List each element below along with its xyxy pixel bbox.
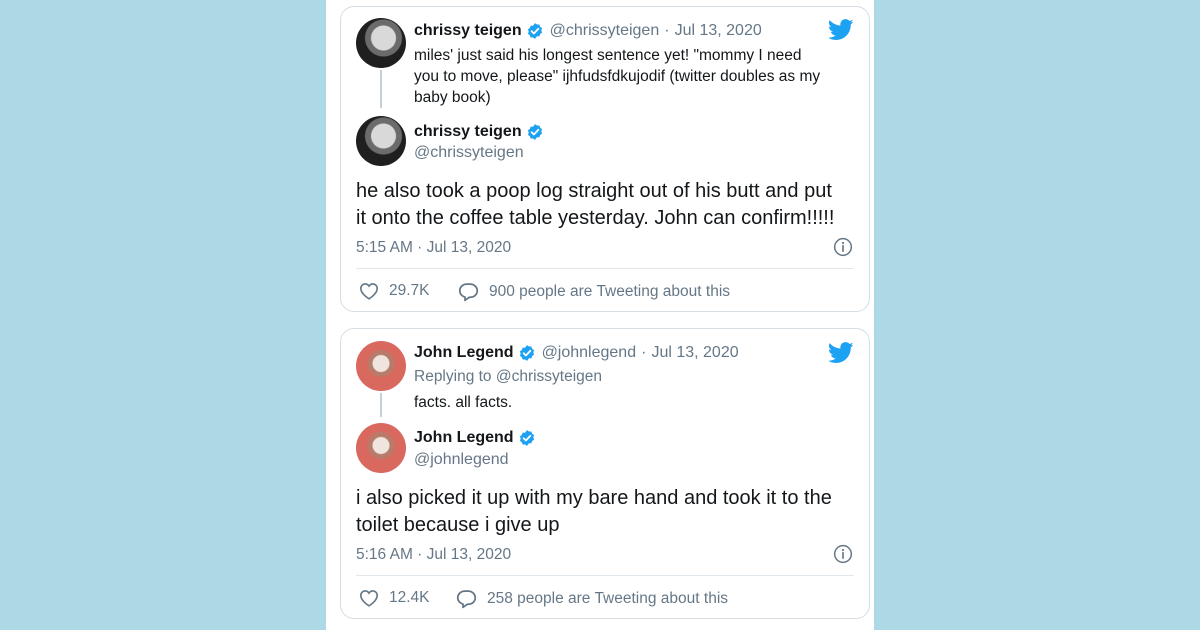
conversation-count: 900 people are Tweeting about this (489, 283, 731, 300)
thread-connector (380, 393, 382, 417)
tweet-date[interactable]: Jul 13, 2020 (675, 21, 762, 41)
like-stat[interactable]: 12.4K (359, 589, 430, 607)
thread-connector (380, 70, 382, 108)
replying-to[interactable]: Replying to @chrissyteigen (414, 367, 602, 387)
tweet-text-line: he also took a poop log straight out of … (356, 180, 832, 202)
tweet-header: John Legend @johnlegend · Jul 13, 2020 (414, 343, 739, 363)
separator: · (664, 22, 670, 39)
tweet-text-line: miles' just said his longest sentence ye… (414, 47, 802, 64)
twitter-bird-icon[interactable] (828, 19, 854, 41)
divider (356, 268, 854, 269)
like-count: 12.4K (389, 589, 430, 606)
heart-icon (359, 283, 379, 300)
display-name[interactable]: John Legend (414, 428, 514, 448)
tweet-text-line: it onto the coffee table yesterday. John… (356, 207, 835, 229)
handle[interactable]: @chrissyteigen (414, 143, 524, 163)
verified-badge-icon (527, 23, 542, 39)
tweet-text: he also took a poop log straight out of … (356, 178, 861, 232)
tweet-text-line: facts. all facts. (414, 394, 513, 411)
speech-bubble-icon (456, 590, 477, 609)
divider (356, 575, 854, 576)
heart-icon (359, 590, 379, 607)
tweet-timestamp[interactable]: 5:15 AM · Jul 13, 2020 (356, 238, 511, 258)
tweet-text-line: toilet because i give up (356, 514, 560, 536)
display-name[interactable]: chrissy teigen (414, 21, 522, 41)
twitter-bird-icon[interactable] (828, 342, 854, 364)
handle[interactable]: @johnlegend (414, 450, 509, 470)
tweet-header: chrissy teigen (414, 122, 544, 142)
avatar[interactable] (356, 18, 406, 68)
tweet-text-line: baby book) (414, 89, 491, 106)
tweet-card-john[interactable]: John Legend @johnlegend · Jul 13, 2020 R… (340, 328, 870, 619)
like-count: 29.7K (389, 282, 430, 299)
avatar[interactable] (356, 116, 406, 166)
avatar[interactable] (356, 341, 406, 391)
separator: · (641, 344, 647, 361)
info-icon[interactable] (833, 544, 853, 564)
handle[interactable]: @johnlegend (542, 343, 637, 363)
tweet-timestamp[interactable]: 5:16 AM · Jul 13, 2020 (356, 545, 511, 565)
info-icon[interactable] (833, 237, 853, 257)
verified-badge-icon (527, 124, 542, 140)
conversation-count: 258 people are Tweeting about this (487, 590, 729, 607)
verified-badge-icon (519, 345, 534, 361)
handle[interactable]: @chrissyteigen (550, 21, 660, 41)
tweet-card-chrissy[interactable]: chrissy teigen @chrissyteigen · Jul 13, … (340, 6, 870, 312)
verified-badge-icon (519, 430, 534, 446)
like-stat[interactable]: 29.7K (359, 282, 430, 300)
avatar[interactable] (356, 423, 406, 473)
tweet-text-line: i also picked it up with my bare hand an… (356, 487, 832, 509)
conversation-stat[interactable]: 900 people are Tweeting about this (458, 282, 730, 302)
tweet-text: facts. all facts. (414, 392, 854, 413)
tweet-text: i also picked it up with my bare hand an… (356, 485, 861, 539)
tweet-header: John Legend (414, 428, 536, 448)
speech-bubble-icon (458, 283, 479, 302)
tweet-header: chrissy teigen @chrissyteigen · Jul 13, … (414, 21, 762, 41)
tweet-date[interactable]: Jul 13, 2020 (651, 343, 738, 363)
display-name[interactable]: John Legend (414, 343, 514, 363)
tweet-text-line: you to move, please" ijhfudsfdkujodif (t… (414, 68, 821, 85)
conversation-stat[interactable]: 258 people are Tweeting about this (456, 589, 728, 609)
tweet-text: miles' just said his longest sentence ye… (414, 45, 854, 108)
display-name[interactable]: chrissy teigen (414, 122, 522, 142)
